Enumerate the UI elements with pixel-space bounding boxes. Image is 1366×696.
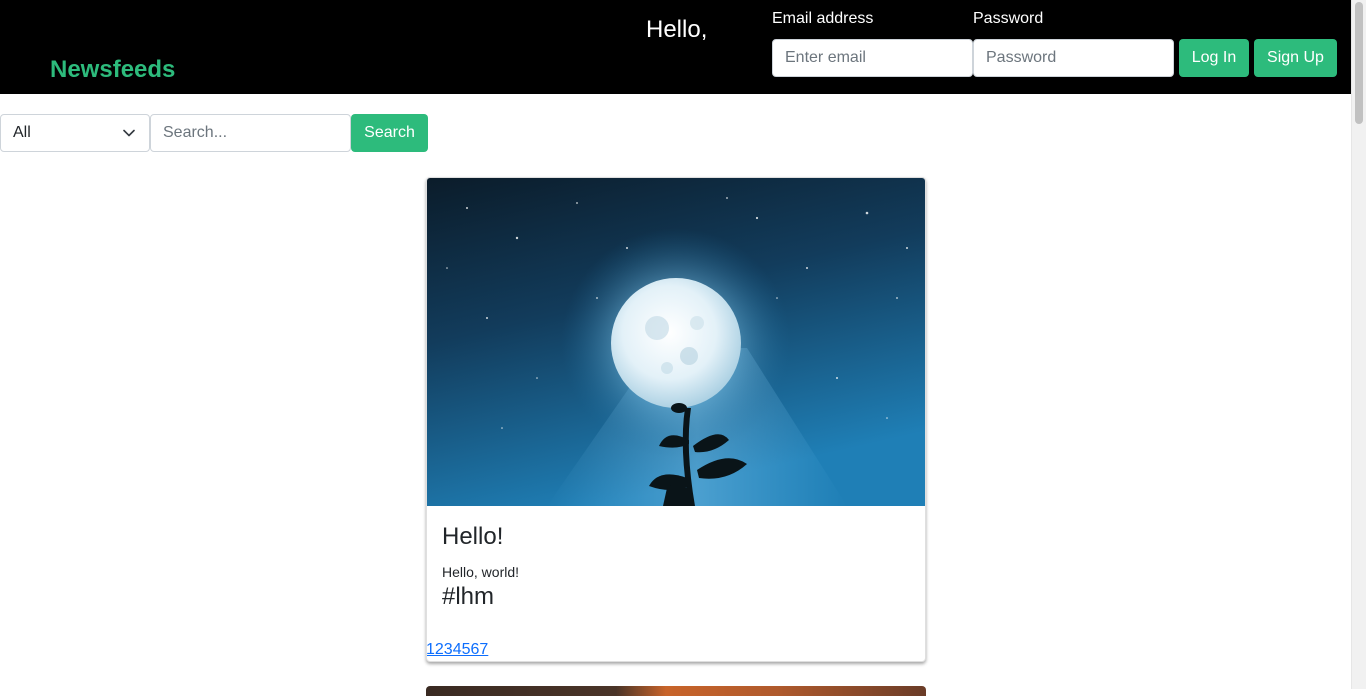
next-post-card [426,686,926,696]
search-button[interactable]: Search [351,114,428,152]
post-link[interactable]: 1234567 [427,641,488,659]
post-body: Hello, world! [442,564,520,580]
category-select-value: All [13,124,31,141]
search-input[interactable] [150,114,351,152]
password-label: Password [973,10,1044,27]
top-navbar: Newsfeeds Hello, Email address Password … [0,0,1351,94]
greeting-text: Hello, [646,16,708,43]
post-title: Hello! [442,523,504,550]
post-image [427,178,925,506]
page-scrollbar[interactable] [1351,0,1366,689]
email-label: Email address [772,10,874,27]
scrollbar-thumb[interactable] [1355,2,1363,124]
chevron-down-icon [123,129,135,137]
brand-logo[interactable]: Newsfeeds [50,56,175,84]
post-tag: #lhm [442,583,495,610]
category-select[interactable]: All [0,114,150,152]
email-field[interactable] [772,39,973,77]
signup-button[interactable]: Sign Up [1254,39,1337,77]
login-button[interactable]: Log In [1179,39,1249,77]
password-field[interactable] [973,39,1174,77]
post-card: Hello! Hello, world! #lhm 1234567 [426,177,926,662]
